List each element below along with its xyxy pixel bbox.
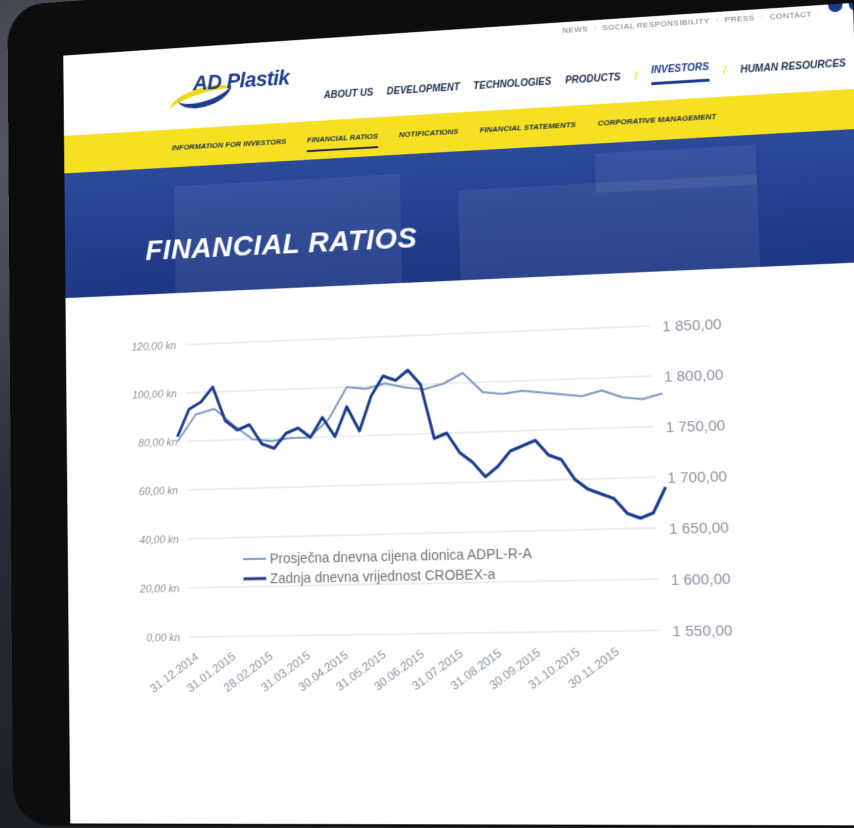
subnav-item-financial-statements[interactable]: FINANCIAL STATEMENTS	[480, 120, 577, 142]
nav-item-about-us[interactable]: ABOUT US	[324, 87, 374, 101]
top-link-separator: /	[716, 16, 719, 25]
browser-screen: NEWS/ SOCIAL RESPONSIBILITY/ PRESS/ CONT…	[63, 3, 854, 826]
nav-divider: /	[723, 65, 726, 76]
left-axis-tick-label: 60,00 kn	[139, 485, 178, 498]
chart-gridline	[190, 630, 661, 637]
top-link-contact[interactable]: CONTACT	[769, 10, 812, 22]
legend-label: Prosječna dnevna cijena dionica ADPL-R-A	[270, 546, 532, 567]
left-axis-tick-label: 100,00 kn	[132, 388, 177, 402]
chart-svg: 0,00 kn 20,00 kn 40,00 kn 60,00 kn 80,00 kn 1…	[66, 266, 854, 746]
right-axis-tick-label: 1 600,00	[670, 571, 730, 589]
nav-item-products[interactable]: PRODUCTS	[565, 72, 621, 86]
language-flag-icon[interactable]	[828, 3, 843, 13]
left-axis-tick-label: 0,00 kn	[146, 632, 180, 645]
series-line-crobex	[177, 361, 667, 530]
right-axis-tick-label: 1 550,00	[672, 623, 733, 641]
right-axis-tick-label: 1 850,00	[662, 317, 722, 336]
banner-building-shape	[595, 145, 757, 193]
nav-item-investors[interactable]: INVESTORS	[651, 62, 710, 85]
chart-gridline	[188, 528, 657, 539]
subnav-item-information-for-investors[interactable]: INFORMATION FOR INVESTORS	[172, 137, 287, 160]
series-line-adpl-price	[177, 366, 664, 444]
nav-item-technologies[interactable]: TECHNOLOGIES	[473, 76, 551, 92]
top-link-press[interactable]: PRESS	[724, 13, 754, 24]
subnav-item-corporative-management[interactable]: CORPORATIVE MANAGEMENT	[597, 112, 716, 136]
laptop-bezel: NEWS/ SOCIAL RESPONSIBILITY/ PRESS/ CONT…	[7, 0, 854, 828]
left-axis-tick-label: 40,00 kn	[139, 534, 179, 547]
right-axis-tick-label: 1 700,00	[667, 469, 727, 488]
language-flag-icon[interactable]	[848, 3, 854, 11]
financial-ratios-chart: 0,00 kn 20,00 kn 40,00 kn 60,00 kn 80,00 kn 1…	[66, 266, 854, 746]
right-axis-tick-label: 1 750,00	[665, 418, 725, 437]
chart-gridline	[186, 326, 651, 345]
top-link-separator: /	[761, 13, 764, 22]
logo-text: AD Plastik	[193, 65, 290, 96]
site-logo[interactable]: AD Plastik	[169, 61, 300, 113]
nav-item-development[interactable]: DEVELOPMENT	[387, 82, 460, 97]
nav-divider: /	[634, 71, 637, 82]
nav-item-human-resources[interactable]: HUMAN RESOURCES	[740, 58, 846, 75]
left-axis-tick-label: 20,00 kn	[139, 583, 180, 596]
subnav-item-notifications[interactable]: NOTIFICATIONS	[399, 127, 459, 147]
left-axis-tick-label: 120,00 kn	[132, 340, 177, 354]
top-link-news[interactable]: NEWS	[562, 24, 588, 34]
subnav-item-financial-ratios[interactable]: FINANCIAL RATIOS	[307, 132, 378, 152]
right-axis-tick-label: 1 800,00	[664, 367, 724, 386]
right-axis-tick-label: 1 650,00	[669, 520, 729, 538]
top-link-separator: /	[594, 24, 597, 33]
left-axis-tick-label: 80,00 kn	[138, 436, 177, 449]
legend-label: Zadnja dnevna vrijednost CROBEX-a	[270, 567, 496, 587]
